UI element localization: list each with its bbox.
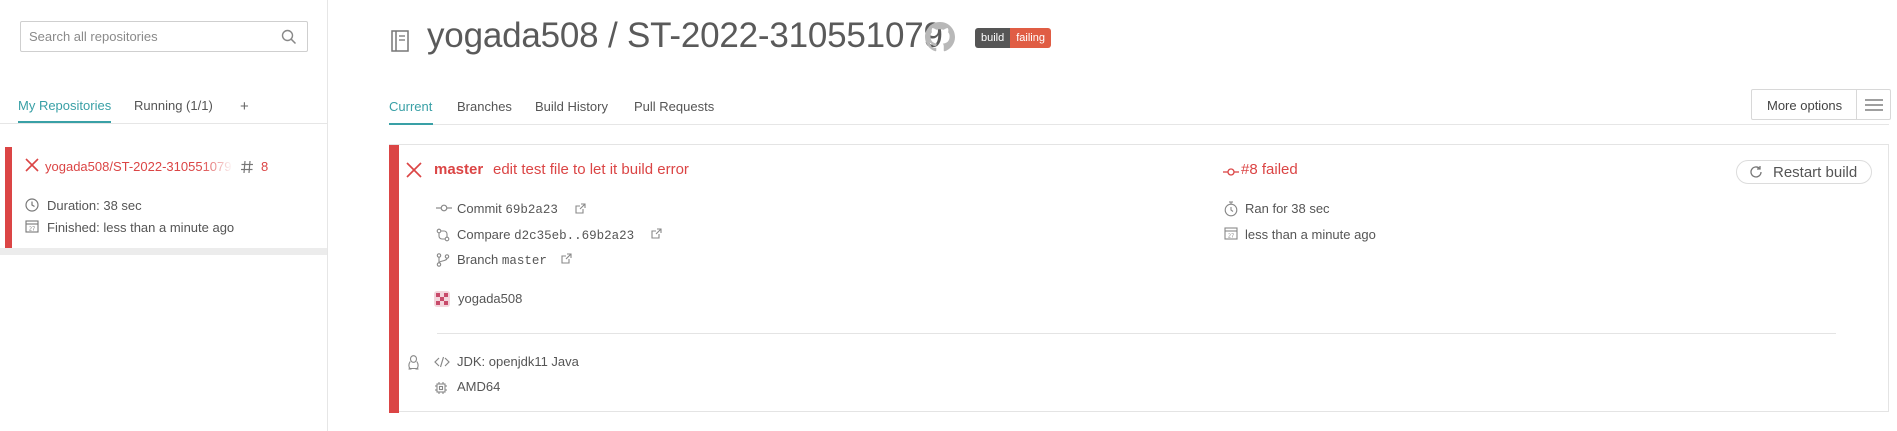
restart-icon [1749, 165, 1763, 179]
branch-link[interactable]: Branch master [457, 252, 547, 268]
build-status-badge[interactable]: build failing [975, 28, 1051, 48]
menu-icon[interactable] [1865, 99, 1883, 111]
commit-message: edit test file to let it build error [493, 161, 689, 178]
commit-icon [436, 203, 452, 213]
build-finished: less than a minute ago [1245, 227, 1376, 242]
tab-add-repository[interactable]: + [240, 98, 249, 115]
active-tab-underline [389, 123, 433, 125]
repo-duration: Duration: 38 sec [47, 198, 142, 213]
sidebar-tabs-divider [0, 123, 327, 124]
arch-label: AMD64 [457, 379, 501, 394]
compare-icon [436, 228, 450, 242]
linux-icon [407, 355, 420, 370]
external-link-icon[interactable] [575, 203, 586, 214]
page-title: yogada508 / ST-2022-310551079 [427, 16, 943, 55]
more-options-label: More options [1767, 98, 1843, 113]
sidebar: My Repositories Running (1/1) + yogada50… [0, 0, 328, 431]
branch-label: Branch [457, 252, 499, 267]
external-link-icon[interactable] [561, 253, 572, 264]
close-icon [25, 158, 39, 172]
jdk-label: JDK: openjdk11 Java [457, 354, 579, 369]
repo-list-item[interactable]: yogada508/ST-2022-310551079 8 Duration: … [5, 147, 327, 248]
stopwatch-icon [1224, 201, 1238, 217]
external-link-icon[interactable] [651, 228, 662, 239]
tab-pull-requests[interactable]: Pull Requests [634, 99, 714, 114]
clock-icon [25, 198, 39, 212]
branch-icon [436, 253, 450, 267]
commit-label: Commit [457, 201, 502, 216]
button-separator [1856, 90, 1857, 119]
chip-icon [434, 381, 448, 395]
build-summary-card: master edit test file to let it build er… [389, 144, 1889, 413]
hash-icon [240, 160, 254, 174]
build-number-link[interactable]: 8 [261, 159, 268, 174]
text-fade [201, 157, 233, 175]
tab-current[interactable]: Current [389, 99, 432, 114]
build-status-link[interactable]: #8 failed [1241, 161, 1298, 178]
compare-link[interactable]: Compare d2c35eb..69b2a23 [457, 227, 634, 243]
compare-range: d2c35eb..69b2a23 [514, 229, 635, 243]
badge-status: failing [1010, 28, 1051, 48]
commit-icon [1223, 168, 1239, 176]
build-duration: Ran for 38 sec [1245, 201, 1330, 216]
github-icon[interactable] [925, 22, 955, 52]
repo-finished: Finished: less than a minute ago [47, 220, 235, 235]
card-divider [437, 333, 1836, 334]
calendar-icon: 27 [1224, 226, 1238, 240]
close-icon [406, 162, 422, 178]
restart-build-label: Restart build [1773, 164, 1858, 181]
branch-name-link[interactable]: master [434, 161, 483, 178]
tabs-divider [389, 124, 1889, 125]
search-input[interactable] [21, 22, 279, 51]
commit-link[interactable]: Commit 69b2a23 [457, 201, 558, 217]
tab-my-repositories[interactable]: My Repositories [18, 98, 111, 113]
search-icon[interactable] [281, 29, 297, 45]
sidebar-separator-band [0, 248, 327, 255]
badge-label: build [975, 28, 1011, 48]
tab-running[interactable]: Running (1/1) [134, 98, 213, 113]
more-options-button[interactable]: More options [1751, 89, 1891, 120]
tab-branches[interactable]: Branches [457, 99, 512, 114]
branch-value: master [501, 254, 547, 268]
author-name: yogada508 [458, 291, 523, 306]
tab-build-history[interactable]: Build History [535, 99, 608, 114]
compare-label: Compare [457, 227, 511, 242]
svg-text:27: 27 [29, 227, 35, 233]
search-box[interactable] [20, 21, 308, 52]
calendar-icon: 27 [25, 219, 39, 233]
code-icon [434, 356, 450, 368]
restart-build-button[interactable]: Restart build [1736, 160, 1872, 184]
commit-hash: 69b2a23 [505, 203, 558, 217]
svg-text:27: 27 [1228, 234, 1234, 240]
avatar [434, 291, 450, 307]
status-bar-failed [389, 145, 399, 413]
book-icon [389, 29, 411, 53]
status-bar-failed [5, 147, 12, 248]
